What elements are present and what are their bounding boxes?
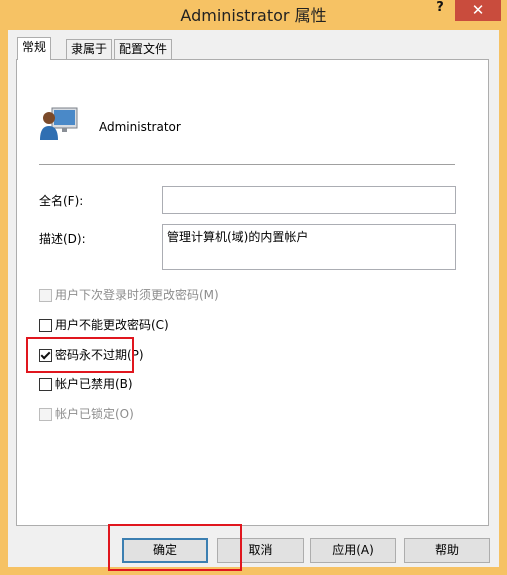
- highlight-account-disabled: [26, 337, 134, 373]
- fullname-label: 全名(F):: [39, 194, 84, 208]
- help-button[interactable]: 帮助: [404, 538, 490, 563]
- account-name: Administrator: [99, 120, 181, 134]
- checkbox-label: 帐户已锁定(O): [55, 407, 134, 421]
- highlight-ok-button: [108, 524, 242, 571]
- description-label: 描述(D):: [39, 232, 86, 246]
- tab-general[interactable]: 常规: [17, 37, 52, 60]
- description-input[interactable]: 管理计算机(域)的内置帐户: [162, 224, 456, 270]
- close-button[interactable]: ✕: [455, 0, 501, 21]
- checkbox-label: 帐户已禁用(B): [55, 377, 133, 391]
- checkbox-box[interactable]: [39, 378, 52, 391]
- checkbox-box[interactable]: [39, 408, 52, 421]
- title-bar[interactable]: Administrator 属性 ? ✕: [0, 0, 507, 26]
- tab-profile[interactable]: 配置文件: [114, 39, 173, 59]
- checkbox-label: 用户下次登录时须更改密码(M): [55, 288, 219, 302]
- checkbox-box[interactable]: [39, 289, 52, 302]
- fullname-input[interactable]: [162, 186, 456, 214]
- tab-member-of[interactable]: 隶属于: [66, 39, 113, 59]
- checkbox-label: 用户不能更改密码(C): [55, 318, 169, 332]
- separator-line: [39, 164, 455, 165]
- apply-button[interactable]: 应用(A): [310, 538, 396, 563]
- dialog-client-area: 常规 隶属于 配置文件 Administrator 全名(F): 描述(D): …: [8, 30, 499, 567]
- checkbox-box[interactable]: [39, 319, 52, 332]
- help-icon[interactable]: ?: [428, 0, 452, 22]
- general-tab-panel: Administrator 全名(F): 描述(D): 管理计算机(域)的内置帐…: [16, 59, 489, 526]
- user-avatar-icon: [40, 107, 78, 140]
- properties-dialog: Administrator 属性 ? ✕ 常规 隶属于 配置文件 Adminis…: [0, 0, 507, 575]
- description-value: 管理计算机(域)的内置帐户: [167, 230, 309, 244]
